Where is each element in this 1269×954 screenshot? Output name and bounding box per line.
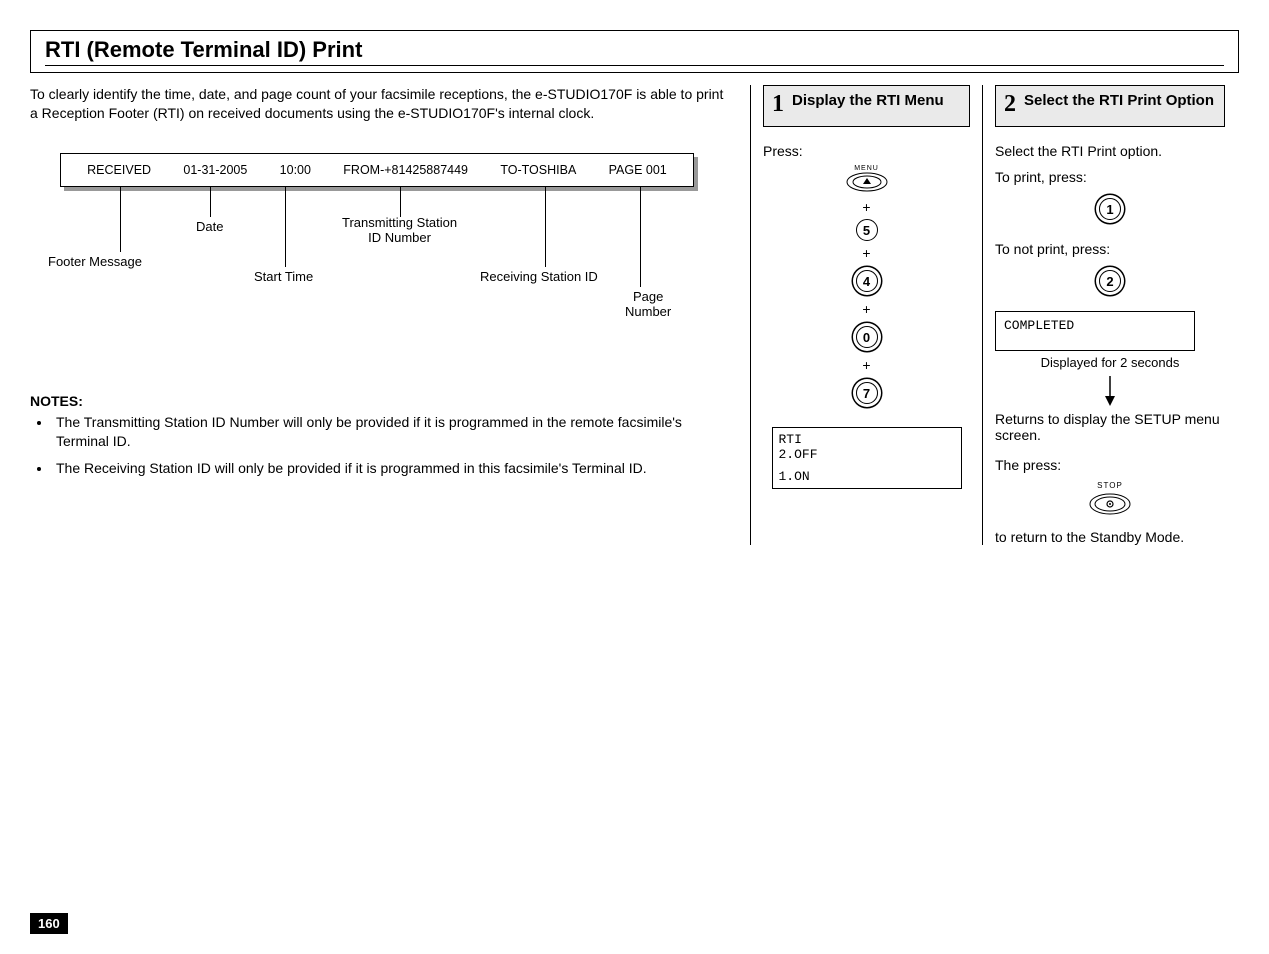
step2-line1: Select the RTI Print option. bbox=[995, 143, 1225, 159]
lcd-line1: RTI 2.OFF bbox=[773, 428, 961, 466]
plus-icon: + bbox=[763, 245, 970, 261]
label-start: Start Time bbox=[254, 269, 313, 284]
thepress-text: The press: bbox=[995, 457, 1225, 473]
menu-label: MENU bbox=[763, 165, 970, 172]
callout-line bbox=[640, 187, 641, 287]
arrow-down-icon bbox=[995, 376, 1225, 409]
step1-header: 1 Display the RTI Menu bbox=[763, 85, 970, 127]
keypad-2-icon: 2 bbox=[1099, 270, 1121, 292]
lcd-text: 2.OFF bbox=[779, 447, 818, 462]
menu-button-icon bbox=[845, 172, 889, 192]
step2-line3: To not print, press: bbox=[995, 241, 1225, 257]
intro-text: To clearly identify the time, date, and … bbox=[30, 85, 730, 123]
step2-title: Select the RTI Print Option bbox=[1024, 92, 1214, 111]
title-box: RTI (Remote Terminal ID) Print bbox=[30, 30, 1239, 73]
plus-icon: + bbox=[763, 199, 970, 215]
step1-column: 1 Display the RTI Menu Press: MENU + 5 +… bbox=[750, 85, 982, 545]
page-number: 160 bbox=[30, 913, 68, 934]
step2-header: 2 Select the RTI Print Option bbox=[995, 85, 1225, 127]
note-item: The Transmitting Station ID Number will … bbox=[52, 413, 730, 451]
printout-row: RECEIVED 01-31-2005 10:00 FROM-+81425887… bbox=[61, 154, 693, 186]
callout-line bbox=[285, 187, 286, 267]
note-item: The Receiving Station ID will only be pr… bbox=[52, 459, 730, 478]
keypad-5-icon: 5 bbox=[856, 219, 878, 241]
callout-line bbox=[120, 187, 121, 252]
displayed-caption: Displayed for 2 seconds bbox=[995, 355, 1225, 370]
label-date: Date bbox=[196, 219, 223, 234]
press-label: Press: bbox=[763, 143, 970, 159]
stop-label: STOP bbox=[995, 481, 1225, 490]
notes-list: The Transmitting Station ID Number will … bbox=[52, 413, 730, 478]
label-pagenum: Page Number bbox=[625, 289, 671, 319]
returns-text: Returns to display the SETUP menu screen… bbox=[995, 411, 1225, 443]
plus-icon: + bbox=[763, 301, 970, 317]
keypad-1-icon: 1 bbox=[1099, 198, 1121, 220]
lcd-display: RTI 2.OFF 1.ON bbox=[772, 427, 962, 489]
field-received: RECEIVED bbox=[87, 163, 151, 177]
keypad-4-icon: 4 bbox=[856, 270, 878, 292]
label-txid: Transmitting Station ID Number bbox=[342, 215, 457, 245]
printout-diagram: RECEIVED 01-31-2005 10:00 FROM-+81425887… bbox=[60, 153, 700, 363]
stop-button-graphic: STOP bbox=[995, 481, 1225, 519]
lcd-line3: 1.ON bbox=[772, 465, 962, 489]
field-page: PAGE 001 bbox=[609, 163, 667, 177]
callout-line bbox=[210, 187, 211, 217]
step1-title: Display the RTI Menu bbox=[792, 92, 944, 111]
stop-button-icon bbox=[1088, 492, 1132, 516]
keypad-0-icon: 0 bbox=[856, 326, 878, 348]
field-from: FROM-+81425887449 bbox=[343, 163, 468, 177]
field-to: TO-TOSHIBA bbox=[500, 163, 576, 177]
notes-heading: NOTES: bbox=[30, 393, 730, 409]
step2-line2: To print, press: bbox=[995, 169, 1225, 185]
step2-number: 2 bbox=[1004, 92, 1016, 116]
field-time: 10:00 bbox=[280, 163, 311, 177]
keypad-7-icon: 7 bbox=[856, 382, 878, 404]
field-date: 01-31-2005 bbox=[183, 163, 247, 177]
plus-icon: + bbox=[763, 357, 970, 373]
step2-column: 2 Select the RTI Print Option Select the… bbox=[982, 85, 1237, 545]
label-rxid: Receiving Station ID bbox=[480, 269, 598, 284]
completed-display: COMPLETED bbox=[995, 311, 1195, 351]
page-title: RTI (Remote Terminal ID) Print bbox=[45, 37, 1224, 66]
lcd-text: RTI bbox=[779, 432, 802, 447]
callout-line bbox=[545, 187, 546, 267]
standby-text: to return to the Standby Mode. bbox=[995, 529, 1225, 545]
callout-line bbox=[400, 187, 401, 217]
left-column: To clearly identify the time, date, and … bbox=[30, 85, 750, 545]
step1-number: 1 bbox=[772, 92, 784, 116]
content-columns: To clearly identify the time, date, and … bbox=[30, 85, 1239, 545]
label-footer: Footer Message bbox=[48, 254, 142, 269]
printout-box: RECEIVED 01-31-2005 10:00 FROM-+81425887… bbox=[60, 153, 694, 187]
key-sequence: MENU + 5 + 4 + 0 + 7 bbox=[763, 165, 970, 409]
